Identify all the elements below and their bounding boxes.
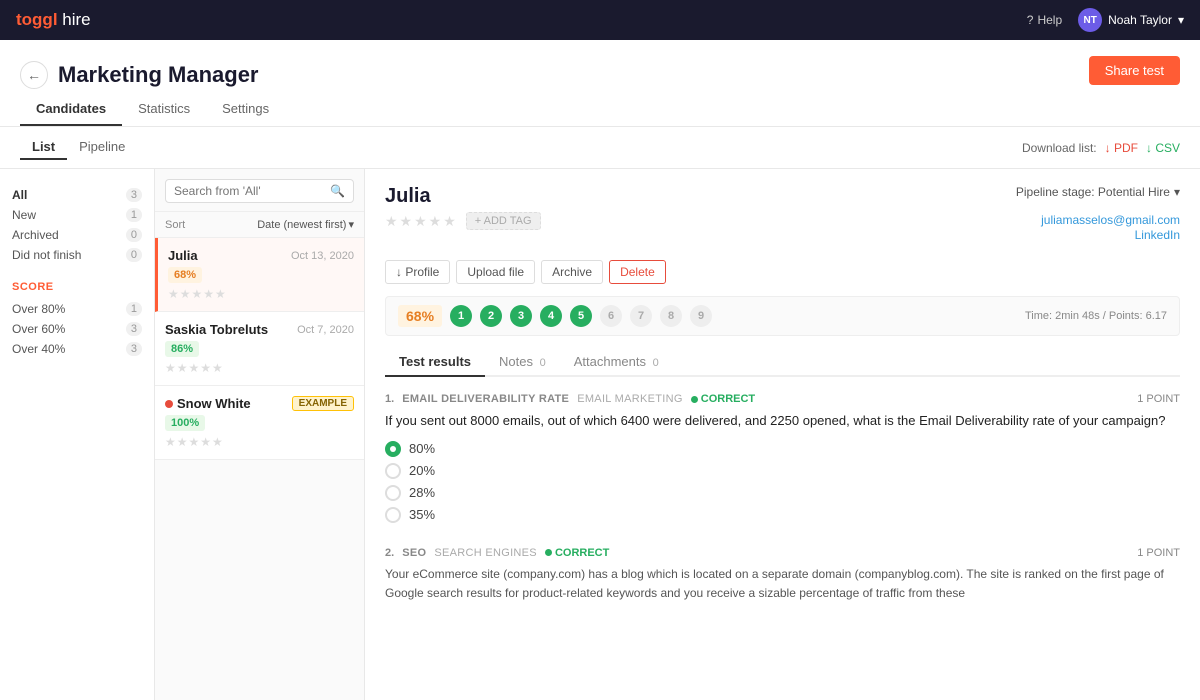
q2-correct-badge: CORRECT bbox=[545, 547, 609, 559]
candidate-email[interactable]: juliamasselos@gmail.com bbox=[1041, 213, 1180, 227]
tab-statistics[interactable]: Statistics bbox=[122, 93, 206, 126]
score-num-7[interactable]: 7 bbox=[630, 305, 652, 327]
radio-empty-icon bbox=[385, 507, 401, 523]
score-num-9[interactable]: 9 bbox=[690, 305, 712, 327]
filter-archived[interactable]: Archived 0 bbox=[12, 225, 142, 245]
search-icon: 🔍 bbox=[330, 184, 345, 198]
q1-text: If you sent out 8000 emails, out of whic… bbox=[385, 411, 1180, 431]
search-input[interactable] bbox=[174, 184, 324, 198]
search-bar: 🔍 bbox=[155, 169, 364, 212]
tags-row: ★★★★★ + ADD TAG bbox=[385, 212, 541, 230]
radio-empty-icon bbox=[385, 463, 401, 479]
filter-over-40[interactable]: Over 40% 3 bbox=[12, 339, 142, 359]
q1-options: 80% 20% 28% 35% bbox=[385, 441, 1180, 523]
candidate-card-snow-white[interactable]: Snow White EXAMPLE 100% ★★★★★ bbox=[155, 386, 364, 460]
score-time: Time: 2min 48s / Points: 6.17 bbox=[1025, 310, 1167, 322]
filter-did-not-finish[interactable]: Did not finish 0 bbox=[12, 245, 142, 265]
view-tab-list[interactable]: List bbox=[20, 135, 67, 160]
score-num-8[interactable]: 8 bbox=[660, 305, 682, 327]
candidate-linkedin[interactable]: LinkedIn bbox=[1135, 228, 1180, 242]
question-2: 2. SEO SEARCH ENGINES CORRECT 1 POINT Yo… bbox=[385, 547, 1180, 603]
download-pdf-button[interactable]: ↓ PDF bbox=[1105, 141, 1138, 155]
download-csv-button[interactable]: ↓ CSV bbox=[1146, 141, 1180, 155]
candidate-detail-name: Julia bbox=[385, 185, 431, 208]
q2-text: Your eCommerce site (company.com) has a … bbox=[385, 565, 1180, 603]
candidate-card-saskia[interactable]: Saskia Tobreluts Oct 7, 2020 86% ★★★★★ bbox=[155, 312, 364, 386]
filter-new[interactable]: New 1 bbox=[12, 205, 142, 225]
tab-notes[interactable]: Notes 0 bbox=[485, 348, 560, 377]
score-filters: SCORE Over 80% 1 Over 60% 3 Over 40% 3 bbox=[12, 281, 142, 359]
score-num-2[interactable]: 2 bbox=[480, 305, 502, 327]
filter-over-60[interactable]: Over 60% 3 bbox=[12, 319, 142, 339]
score-num-4[interactable]: 4 bbox=[540, 305, 562, 327]
upload-file-button[interactable]: Upload file bbox=[456, 260, 535, 284]
filters-sidebar: All 3 New 1 Archived 0 Did not finish 0 … bbox=[0, 169, 155, 700]
status-filters: All 3 New 1 Archived 0 Did not finish 0 bbox=[12, 185, 142, 265]
radio-selected-icon bbox=[385, 441, 401, 457]
q1-correct-badge: CORRECT bbox=[691, 393, 755, 405]
q1-option-2: 20% bbox=[385, 463, 1180, 479]
score-num-6[interactable]: 6 bbox=[600, 305, 622, 327]
page-header: ← Marketing Manager Share test Candidate… bbox=[0, 40, 1200, 127]
help-button[interactable]: ? Help bbox=[1027, 13, 1062, 27]
download-section: Download list: ↓ PDF ↓ CSV bbox=[1022, 141, 1180, 155]
content-tabs: Test results Notes 0 Attachments 0 bbox=[385, 348, 1180, 377]
q1-option-3: 28% bbox=[385, 485, 1180, 501]
question-1: 1. EMAIL DELIVERABILITY RATE EMAIL MARKE… bbox=[385, 393, 1180, 523]
archive-button[interactable]: Archive bbox=[541, 260, 603, 284]
page-title: Marketing Manager bbox=[58, 62, 259, 88]
filter-all[interactable]: All 3 bbox=[12, 185, 142, 205]
candidates-list: 🔍 Sort Date (newest first) ▾ Julia Oct 1… bbox=[155, 169, 365, 700]
top-nav: toggl hire ? Help NT Noah Taylor ▾ bbox=[0, 0, 1200, 40]
tab-attachments[interactable]: Attachments 0 bbox=[560, 348, 673, 377]
score-num-3[interactable]: 3 bbox=[510, 305, 532, 327]
sub-header: List Pipeline Download list: ↓ PDF ↓ CSV bbox=[0, 127, 1200, 169]
action-buttons: ↓ Profile Upload file Archive Delete bbox=[385, 260, 1180, 284]
logo: toggl hire bbox=[16, 10, 91, 30]
sort-dropdown[interactable]: Date (newest first) ▾ bbox=[257, 218, 354, 231]
score-num-5[interactable]: 5 bbox=[570, 305, 592, 327]
candidate-dot bbox=[165, 400, 173, 408]
q1-option-4: 35% bbox=[385, 507, 1180, 523]
candidate-card-julia[interactable]: Julia Oct 13, 2020 68% ★★★★★ bbox=[155, 238, 364, 312]
profile-button[interactable]: ↓ Profile bbox=[385, 260, 450, 284]
score-num-1[interactable]: 1 bbox=[450, 305, 472, 327]
back-button[interactable]: ← bbox=[20, 61, 48, 89]
radio-empty-icon bbox=[385, 485, 401, 501]
pipeline-stage-dropdown[interactable]: Pipeline stage: Potential Hire ▾ bbox=[1016, 185, 1180, 199]
q1-option-1: 80% bbox=[385, 441, 1180, 457]
view-tab-pipeline[interactable]: Pipeline bbox=[67, 135, 137, 160]
top-nav-right: ? Help NT Noah Taylor ▾ bbox=[1027, 8, 1184, 32]
sort-bar: Sort Date (newest first) ▾ bbox=[155, 212, 364, 238]
main-layout: All 3 New 1 Archived 0 Did not finish 0 … bbox=[0, 169, 1200, 700]
tab-test-results[interactable]: Test results bbox=[385, 348, 485, 377]
score-bar: 68% 1 2 3 4 5 6 7 8 9 Time: 2min 48s / P… bbox=[385, 296, 1180, 336]
tab-settings[interactable]: Settings bbox=[206, 93, 285, 126]
candidate-detail: Julia Pipeline stage: Potential Hire ▾ ★… bbox=[365, 169, 1200, 700]
tab-candidates[interactable]: Candidates bbox=[20, 93, 122, 126]
user-menu[interactable]: NT Noah Taylor ▾ bbox=[1078, 8, 1184, 32]
delete-button[interactable]: Delete bbox=[609, 260, 666, 284]
user-avatar: NT bbox=[1078, 8, 1102, 32]
view-tabs: List Pipeline bbox=[20, 135, 137, 160]
page-tabs: Candidates Statistics Settings bbox=[20, 93, 1180, 126]
add-tag-button[interactable]: + ADD TAG bbox=[466, 212, 541, 230]
filter-over-80[interactable]: Over 80% 1 bbox=[12, 299, 142, 319]
main-score: 68% bbox=[398, 305, 442, 327]
share-test-button[interactable]: Share test bbox=[1089, 56, 1180, 85]
